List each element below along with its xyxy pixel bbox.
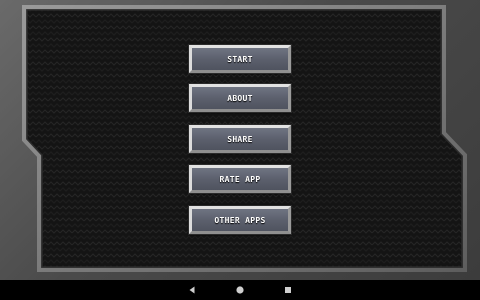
share-button-label: SHARE <box>227 134 253 144</box>
system-navigation-bar <box>0 280 480 300</box>
start-button[interactable]: START <box>189 45 291 73</box>
about-button-label: ABOUT <box>227 93 253 103</box>
about-button[interactable]: ABOUT <box>189 84 291 112</box>
home-button[interactable] <box>234 284 246 296</box>
other-apps-button[interactable]: OTHER APPS <box>189 206 291 234</box>
back-icon <box>189 286 195 294</box>
start-button-label: START <box>227 54 253 64</box>
home-icon <box>236 286 244 294</box>
device-screen: START ABOUT SHARE RATE APP OTHER APPS <box>0 0 480 300</box>
rate-app-button[interactable]: RATE APP <box>189 165 291 193</box>
share-button[interactable]: SHARE <box>189 125 291 153</box>
recent-apps-button[interactable] <box>282 284 294 296</box>
other-apps-button-label: OTHER APPS <box>214 215 266 225</box>
recent-apps-icon <box>285 287 291 293</box>
main-menu-screen: START ABOUT SHARE RATE APP OTHER APPS <box>0 0 480 280</box>
main-menu: START ABOUT SHARE RATE APP OTHER APPS <box>189 0 291 280</box>
back-button[interactable] <box>186 284 198 296</box>
rate-app-button-label: RATE APP <box>219 174 261 184</box>
